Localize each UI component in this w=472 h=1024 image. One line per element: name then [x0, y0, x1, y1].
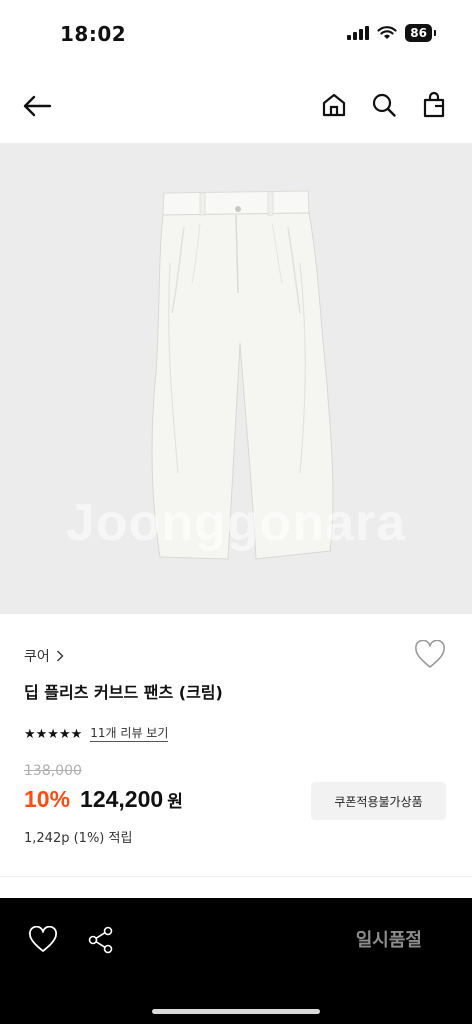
wishlist-button[interactable]: [414, 639, 446, 670]
original-price: 138,000: [24, 763, 82, 779]
brand-name: 쿠어: [24, 649, 50, 665]
brand-link[interactable]: 쿠어: [24, 646, 64, 666]
bottom-wishlist-button[interactable]: [28, 925, 58, 954]
chevron-right-icon: [56, 650, 64, 662]
divider: [0, 876, 472, 877]
currency-label: 원: [167, 792, 183, 812]
heart-icon: [29, 925, 57, 952]
watermark-text: Joonggonara: [65, 494, 407, 552]
points-info: 1,242p (1%) 적립: [24, 831, 133, 846]
home-icon: [322, 93, 346, 117]
discount-rate: 10%: [24, 786, 71, 812]
product-info: 쿠어 딥 플리츠 커브드 팬츠 (크림) ★★★★★ 11개 리뷰 보기 138…: [0, 614, 472, 876]
back-button[interactable]: [20, 92, 54, 120]
battery-indicator: 86: [405, 24, 436, 42]
home-button[interactable]: [320, 90, 348, 120]
product-name: 딥 플리츠 커브드 팬츠 (크림): [24, 683, 223, 702]
bottom-action-bar: 일시품절: [0, 898, 472, 1024]
signal-icon: [347, 26, 370, 40]
share-button[interactable]: [88, 926, 114, 954]
cart-button[interactable]: [420, 90, 448, 120]
home-indicator: [152, 1009, 320, 1014]
wifi-icon: [377, 26, 397, 39]
star-rating: ★★★★★: [24, 726, 83, 742]
heart-outline-icon: [415, 639, 445, 668]
rating-row: ★★★★★ 11개 리뷰 보기: [24, 726, 169, 742]
review-link[interactable]: 11개 리뷰 보기: [90, 726, 169, 742]
nav-actions: [320, 90, 448, 120]
status-time: 18:02: [60, 22, 127, 46]
soldout-button[interactable]: 일시품절: [356, 926, 422, 952]
search-button[interactable]: [370, 90, 398, 120]
coupon-button[interactable]: 쿠폰적용불가상품: [311, 782, 446, 820]
price-row: 10% 124,200 원: [24, 786, 183, 813]
product-image[interactable]: Joonggonara: [0, 143, 472, 614]
back-arrow-icon: [23, 95, 52, 117]
share-icon: [88, 926, 113, 954]
status-bar: 18:02 86: [0, 0, 472, 70]
cart-icon: [423, 91, 445, 118]
search-icon: [372, 93, 396, 117]
status-icons: 86: [347, 24, 436, 42]
sale-price: 124,200: [80, 786, 164, 812]
top-nav-bar: [0, 70, 472, 142]
